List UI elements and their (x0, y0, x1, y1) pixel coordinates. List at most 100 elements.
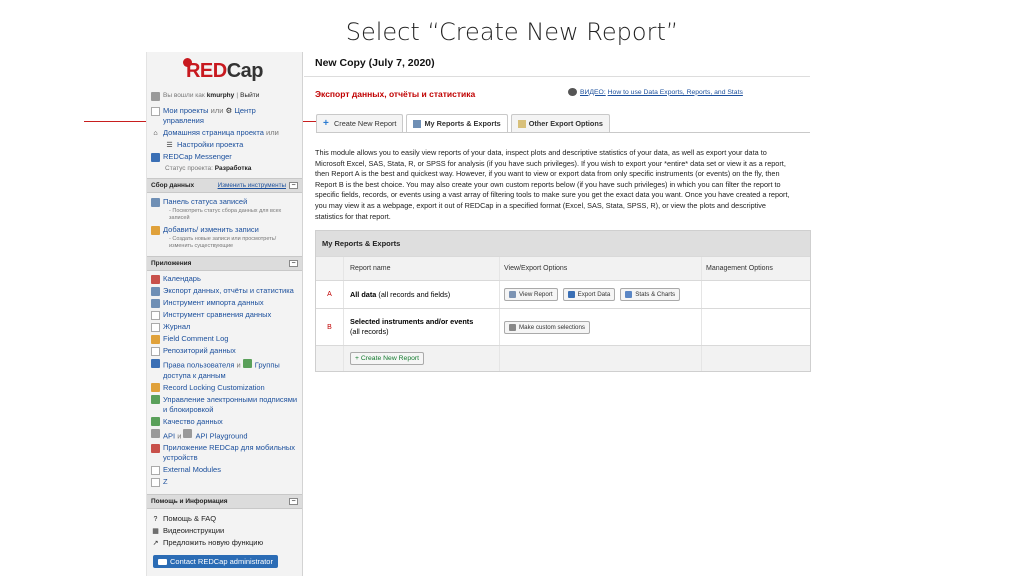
mobile-icon (151, 443, 160, 453)
video-prefix[interactable]: ВИДЕО: (580, 89, 606, 96)
and-text: и (236, 360, 241, 370)
logo-gray-text: Cap (226, 59, 264, 82)
help-faq[interactable]: ? Помощь & FAQ (147, 513, 302, 525)
module-title: Экспорт данных, отчёты и статистика (315, 89, 476, 99)
collapse-icon[interactable]: − (289, 182, 298, 189)
project-title: New Copy (July 7, 2020) (315, 57, 435, 69)
or-text: или (266, 128, 279, 137)
film-icon: ▦ (152, 527, 159, 535)
stats-charts-button[interactable]: Stats & Charts (620, 288, 681, 301)
col-report-name: Report name (344, 257, 500, 280)
logo-dot-icon (182, 57, 192, 67)
and-text: и (177, 431, 182, 440)
chart-icon (625, 291, 633, 298)
sidebar: REDCap Вы вошли как kmurphy | Выйти Мои … (146, 52, 303, 576)
logo-red-text: RED (185, 59, 227, 82)
app-calendar[interactable]: Календарь (147, 273, 302, 285)
video-link[interactable]: ВИДЕО: How to use Data Exports, Reports,… (568, 88, 743, 96)
status-value: Разработка (214, 165, 252, 172)
export-data-button[interactable]: Export Data (562, 288, 616, 301)
calendar-icon (151, 274, 160, 284)
edit-instruments-link[interactable]: Изменить инструменты (218, 182, 286, 189)
app-external-modules[interactable]: External Modules (147, 464, 302, 476)
slide-title: Select “Create New Report” (345, 18, 679, 46)
status-label: Статус проекта: (165, 165, 213, 172)
report-name: All data (all records and fields) (344, 281, 500, 308)
app-mobile[interactable]: Приложение REDCap для мобильных устройст… (147, 442, 302, 464)
video-link-text[interactable]: How to use Data Exports, Reports, and St… (608, 89, 743, 96)
api-icon (151, 429, 160, 438)
module-icon (151, 465, 160, 475)
tab-create-new-report[interactable]: + Create New Report (316, 114, 404, 132)
app-data-import[interactable]: Инструмент импорта данных (147, 297, 302, 309)
export-icon (151, 286, 160, 296)
add-edit-records-link[interactable]: Добавить/ изменить записи (163, 225, 259, 235)
help-suggest[interactable]: ↗ Предложить новую функцию (147, 537, 302, 549)
app-record-locking[interactable]: Record Locking Customization (147, 382, 302, 394)
project-setup-link[interactable]: Настройки проекта (177, 140, 243, 150)
col-management: Management Options (706, 265, 773, 272)
app-e-signatures[interactable]: Управление электронными подписями и блок… (147, 394, 302, 416)
section-title: Помощь и Информация (151, 498, 228, 505)
app-file-repository[interactable]: Репозиторий данных (147, 345, 302, 357)
group-icon (242, 358, 252, 368)
collapse-icon[interactable]: − (289, 260, 298, 267)
app-data-export[interactable]: Экспорт данных, отчёты и статистика (147, 285, 302, 297)
status-dashboard-link[interactable]: Панель статуса записей (163, 197, 247, 207)
messenger-row: REDCap Messenger (147, 151, 302, 163)
tab-my-reports[interactable]: My Reports & Exports (406, 114, 508, 132)
main-content: New Copy (July 7, 2020) Экспорт данных, … (304, 52, 814, 382)
cursor-icon (509, 323, 516, 331)
contact-admin-button[interactable]: Contact REDCap administrator (153, 555, 278, 568)
tab-bar: + Create New Report My Reports & Exports… (316, 114, 613, 132)
file-icon (151, 346, 160, 356)
module-description: This module allows you to easily view re… (315, 148, 790, 221)
table-title: My Reports & Exports (316, 231, 810, 256)
username: kmurphy (206, 92, 235, 99)
collapse-icon[interactable]: − (289, 498, 298, 505)
project-home-row: ⌂ Домашняя страница проекта или (147, 127, 302, 139)
login-row: Вы вошли как kmurphy | Выйти (147, 90, 302, 102)
list-icon: ☰ (166, 141, 173, 149)
status-dashboard-row: Панель статуса записей (147, 196, 302, 208)
api-playground-icon (183, 429, 193, 438)
api-link[interactable]: API (163, 431, 175, 440)
help-videos[interactable]: ▦ Видеоинструкции (147, 525, 302, 537)
quality-icon (151, 417, 160, 426)
video-icon (568, 88, 577, 96)
separator: | (236, 92, 239, 99)
home-icon: ⌂ (153, 129, 158, 137)
logout-link[interactable]: Выйти (240, 91, 259, 101)
view-report-button[interactable]: View Report (504, 288, 558, 301)
app-field-comment-log[interactable]: Field Comment Log (147, 333, 302, 345)
make-custom-selections-button[interactable]: Make custom selections (504, 320, 591, 334)
signature-icon (151, 395, 160, 404)
envelope-icon (158, 558, 167, 565)
comment-icon (151, 334, 160, 344)
app-data-comparison[interactable]: Инструмент сравнения данных (147, 309, 302, 321)
tab-other-export-options[interactable]: Other Export Options (510, 114, 610, 132)
folder-icon (517, 119, 526, 128)
messenger-link[interactable]: REDCap Messenger (163, 152, 232, 162)
user-rights-link[interactable]: Права пользователя (163, 361, 234, 370)
row-letter: A (316, 281, 344, 308)
reports-icon (413, 119, 422, 128)
project-home-link[interactable]: Домашняя страница проекта (163, 128, 264, 137)
gear-icon: ⚙ (225, 106, 233, 115)
view-export-options: Make custom selections (500, 309, 702, 345)
my-projects-link[interactable]: Мои проекты (163, 106, 209, 115)
app-data-quality[interactable]: Качество данных (147, 416, 302, 428)
api-playground-link[interactable]: API Playground (195, 431, 247, 440)
table-row: B Selected instruments and/or events (al… (316, 308, 810, 345)
plus-icon: + (323, 117, 329, 129)
create-new-report-button[interactable]: + Create New Report (350, 352, 425, 365)
app-logging[interactable]: Журнал (147, 321, 302, 333)
project-status-row: Статус проекта: Разработка (147, 163, 302, 175)
table-header-row: Report name View/Export Options Manageme… (316, 256, 810, 280)
my-projects-row: Мои проекты или ⚙ Центр управления (147, 105, 302, 127)
user-icon (151, 358, 160, 368)
status-dashboard-desc: - Посмотреть статус сбора данных для все… (169, 208, 282, 221)
col-view-export: View/Export Options (500, 257, 702, 280)
view-icon (509, 291, 516, 298)
app-z[interactable]: Z (147, 476, 302, 488)
